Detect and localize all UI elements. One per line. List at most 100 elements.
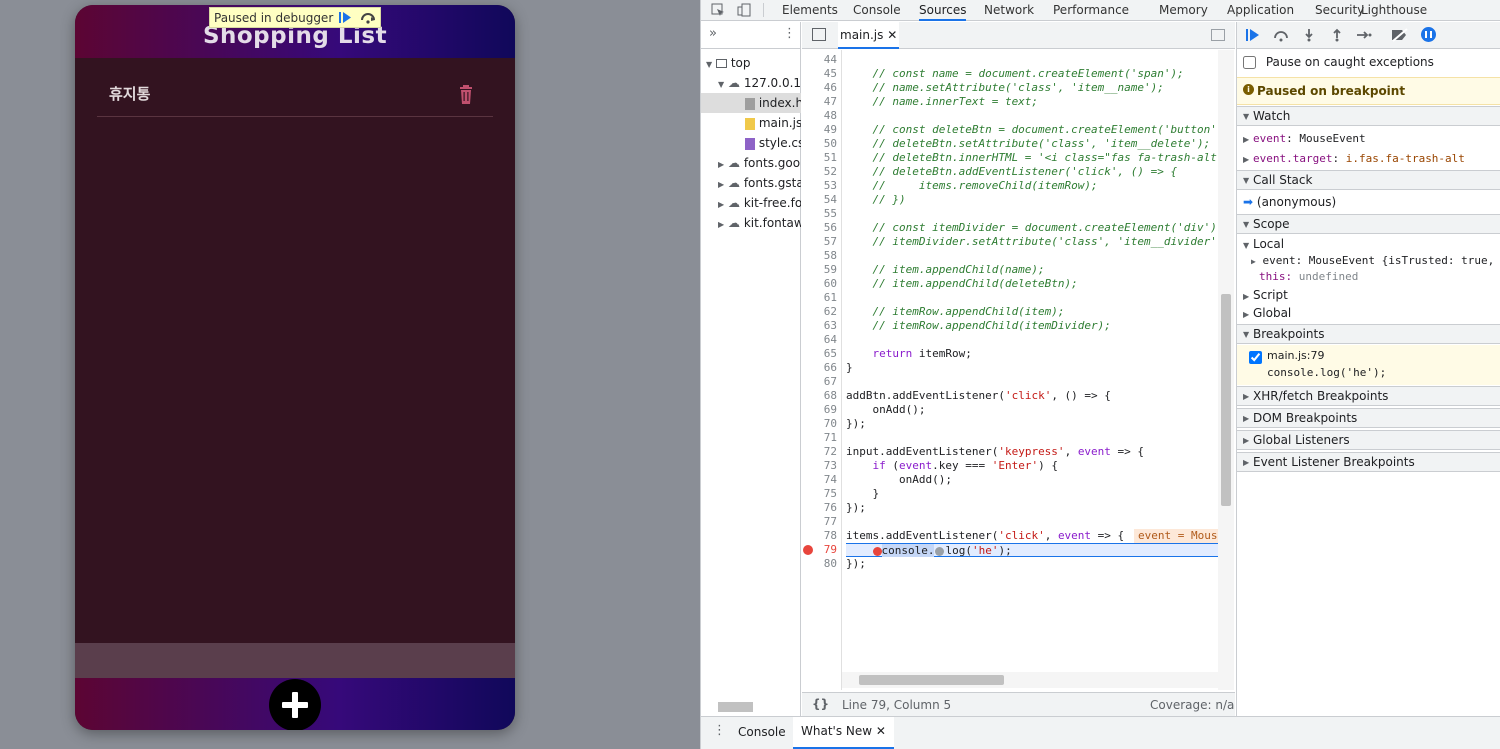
line-number[interactable]: 44 [801,53,837,67]
drawer-tab-whats-new[interactable]: What's New ✕ [793,717,894,749]
deactivate-breakpoints-icon[interactable] [1391,28,1409,45]
line-number[interactable]: 60 [801,277,837,291]
scope-section-header[interactable]: ▼ Scope [1237,214,1500,234]
line-number[interactable]: 68 [801,389,837,403]
drawer-menu-icon[interactable]: ⋮ [713,723,726,738]
call-stack-section-header[interactable]: ▼ Call Stack [1237,170,1500,190]
line-number[interactable]: 52 [801,165,837,179]
tab-network[interactable]: Network [984,0,1034,21]
line-number[interactable]: 57 [801,235,837,249]
tab-security[interactable]: Security [1315,0,1364,21]
tab-performance[interactable]: Performance [1053,0,1129,21]
pause-on-exceptions-icon[interactable] [1421,27,1436,42]
tab-memory[interactable]: Memory [1159,0,1208,21]
editor-vertical-scrollbar[interactable] [1218,50,1234,690]
watch-item[interactable]: ▶ event.target: i.fas.fa-trash-alt [1237,148,1500,168]
line-number[interactable]: 51 [801,151,837,165]
line-number[interactable]: 63 [801,319,837,333]
device-toolbar-icon[interactable] [737,3,751,17]
line-number[interactable]: 71 [801,431,837,445]
scroll-thumb[interactable] [1221,294,1231,506]
step-into-icon[interactable] [1301,28,1317,45]
breakpoints-section-header[interactable]: ▼ Breakpoints [1237,324,1500,344]
scope-global[interactable]: ▶ Global [1237,304,1500,322]
line-number[interactable]: 79 [801,543,837,557]
line-number[interactable]: 75 [801,487,837,501]
add-button[interactable] [269,679,321,730]
line-number[interactable]: 76 [801,501,837,515]
tree-origin[interactable]: ▶ ☁ fonts.gsta [701,173,801,193]
pause-caught-exceptions-checkbox[interactable] [1243,56,1256,69]
scroll-thumb[interactable] [859,675,1004,685]
step-over-icon[interactable] [1273,28,1289,45]
code-content[interactable]: // const name = document.createElement('… [846,50,1218,690]
line-number[interactable]: 58 [801,249,837,263]
resume-icon[interactable] [1245,28,1261,45]
pretty-print-icon[interactable]: {} [812,697,829,711]
line-number[interactable]: 72 [801,445,837,459]
step-over-icon[interactable] [359,9,378,26]
tree-host[interactable]: ▼ ☁ 127.0.0.1:5 [701,73,801,93]
xhr-breakpoints-header[interactable]: ▶ XHR/fetch Breakpoints [1237,386,1500,406]
close-icon[interactable]: ✕ [876,724,886,738]
line-number[interactable]: 47 [801,95,837,109]
line-number[interactable]: 77 [801,515,837,529]
line-number[interactable]: 64 [801,333,837,347]
close-icon[interactable]: ✕ [887,28,897,42]
line-number[interactable]: 61 [801,291,837,305]
item-input[interactable] [75,643,515,678]
line-number[interactable]: 73 [801,459,837,473]
line-number[interactable]: 67 [801,375,837,389]
breakpoint-checkbox[interactable] [1249,351,1262,364]
line-number[interactable]: 53 [801,179,837,193]
line-number[interactable]: 66 [801,361,837,375]
tree-file-index[interactable]: index.ht [701,93,801,113]
drawer-tab-console[interactable]: Console [738,725,786,739]
tab-lighthouse[interactable]: Lighthouse [1361,0,1427,21]
tree-origin[interactable]: ▶ ☁ kit.fontaw [701,213,801,233]
line-number[interactable]: 54 [801,193,837,207]
watch-item[interactable]: ▶ event: MouseEvent [1237,128,1500,148]
tab-sources[interactable]: Sources [919,0,967,21]
line-number[interactable]: 48 [801,109,837,123]
breakpoint-marker-icon[interactable] [803,545,813,555]
line-number[interactable]: 49 [801,123,837,137]
call-frame[interactable]: ➡ (anonymous) [1237,192,1500,212]
toggle-debugger-icon[interactable] [1211,29,1225,41]
line-number[interactable]: 74 [801,473,837,487]
line-number[interactable]: 56 [801,221,837,235]
dom-breakpoints-header[interactable]: ▶ DOM Breakpoints [1237,408,1500,428]
line-number[interactable]: 69 [801,403,837,417]
more-options-icon[interactable]: ⋮ [783,26,796,41]
editor-tab-main[interactable]: main.js ✕ [838,22,900,49]
line-number[interactable]: 50 [801,137,837,151]
tree-origin[interactable]: ▶ ☁ kit-free.fo [701,193,801,213]
line-number[interactable]: 70 [801,417,837,431]
line-number[interactable]: 65 [801,347,837,361]
breakpoint-location[interactable]: main.js:79 [1267,349,1324,362]
line-number[interactable]: 78 [801,529,837,543]
scope-event-row[interactable]: ▶ event: MouseEvent {isTrusted: true, s [1237,253,1500,269]
line-number[interactable]: 46 [801,81,837,95]
line-number[interactable]: 62 [801,305,837,319]
step-out-icon[interactable] [1329,28,1345,45]
watch-section-header[interactable]: ▼ Watch [1237,106,1500,126]
editor-horizontal-scrollbar[interactable] [842,672,1218,688]
tree-file-main[interactable]: main.js [701,113,801,133]
tree-top[interactable]: ▼ top [701,53,801,73]
global-listeners-header[interactable]: ▶ Global Listeners [1237,430,1500,450]
scope-script[interactable]: ▶ Script [1237,286,1500,304]
tab-elements[interactable]: Elements [782,0,838,21]
trash-icon[interactable] [455,84,477,106]
toggle-navigator-icon[interactable] [812,28,826,41]
event-listener-breakpoints-header[interactable]: ▶ Event Listener Breakpoints [1237,452,1500,472]
tree-file-style[interactable]: style.css [701,133,801,153]
more-tabs-icon[interactable]: » [709,26,717,41]
resume-icon[interactable] [336,9,355,26]
navigator-scrollbar[interactable] [718,702,753,712]
line-number[interactable]: 59 [801,263,837,277]
line-number[interactable]: 45 [801,67,837,81]
scope-local[interactable]: ▼ Local [1237,235,1500,253]
inspect-element-icon[interactable] [711,3,725,17]
tab-application[interactable]: Application [1227,0,1294,21]
